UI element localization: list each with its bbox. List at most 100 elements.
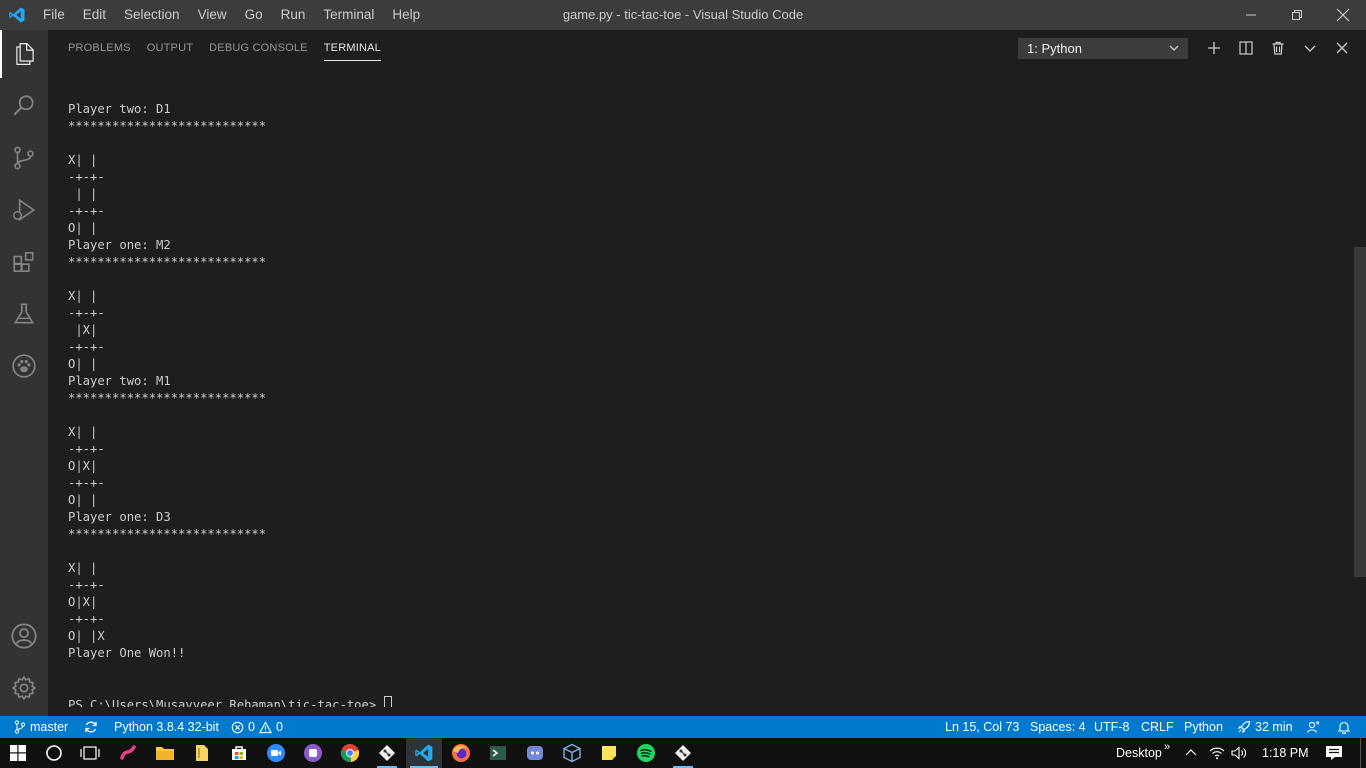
title-bar: File Edit Selection View Go Run Terminal… bbox=[0, 0, 1366, 30]
terminal-select-value: 1: Python bbox=[1027, 41, 1082, 56]
activity-search[interactable] bbox=[0, 82, 48, 130]
toolbar-expand-icon[interactable]: » bbox=[1164, 732, 1170, 762]
menu-selection[interactable]: Selection bbox=[115, 0, 189, 30]
encoding[interactable]: UTF-8 bbox=[1094, 716, 1129, 738]
rocket-icon bbox=[1237, 720, 1251, 734]
wifi-icon bbox=[1209, 747, 1225, 760]
kill-terminal-button[interactable] bbox=[1262, 36, 1294, 60]
activity-account[interactable] bbox=[0, 612, 48, 660]
new-terminal-button[interactable] bbox=[1198, 36, 1230, 60]
terminal-output[interactable]: Player two: D1 **************************… bbox=[68, 67, 1338, 707]
timer-text: 32 min bbox=[1255, 720, 1293, 734]
tab-debug-console[interactable]: DEBUG CONSOLE bbox=[201, 30, 316, 66]
taskbar-sticky-notes[interactable] bbox=[591, 738, 627, 768]
terminal-prompt: PS C:\Users\Musavveer Rehaman\tic-tac-to… bbox=[68, 698, 384, 707]
menu-view[interactable]: View bbox=[189, 0, 236, 30]
testing-icon bbox=[13, 303, 35, 324]
cursor-position[interactable]: Ln 15, Col 73 bbox=[945, 716, 1019, 738]
sync-button[interactable] bbox=[84, 716, 98, 738]
terminal-line: -+-+- bbox=[68, 204, 105, 218]
split-terminal-button[interactable] bbox=[1230, 36, 1262, 60]
activity-testing[interactable] bbox=[0, 290, 48, 338]
action-center-button[interactable] bbox=[1316, 738, 1352, 768]
taskbar-file-explorer[interactable] bbox=[147, 738, 183, 768]
error-count: 0 bbox=[248, 720, 255, 734]
paw-icon bbox=[12, 354, 36, 378]
taskbar-git-app-2[interactable] bbox=[665, 738, 701, 768]
taskbar-virtualbox[interactable] bbox=[554, 738, 590, 768]
bell-icon bbox=[1337, 721, 1351, 734]
menu-terminal[interactable]: Terminal bbox=[314, 0, 383, 30]
warning-count: 0 bbox=[275, 720, 283, 734]
terminal-line: *************************** bbox=[68, 527, 267, 541]
python-interpreter[interactable]: Python 3.8.4 32-bit bbox=[114, 716, 219, 738]
activity-settings[interactable] bbox=[0, 664, 48, 712]
volume-status[interactable] bbox=[1226, 738, 1252, 768]
terminal-line: X| | bbox=[68, 153, 98, 167]
activity-run-debug[interactable] bbox=[0, 186, 48, 234]
terminal-line: X| | bbox=[68, 561, 98, 575]
tab-problems[interactable]: PROBLEMS bbox=[60, 30, 139, 66]
menu-go[interactable]: Go bbox=[236, 0, 272, 30]
close-icon bbox=[1336, 8, 1350, 22]
clock-time[interactable]: 1:18 PM bbox=[1262, 738, 1309, 768]
wakatime-status[interactable]: 32 min bbox=[1237, 716, 1293, 738]
start-button[interactable] bbox=[0, 738, 36, 768]
windows-logo-icon bbox=[10, 745, 26, 761]
close-window-button[interactable] bbox=[1320, 0, 1366, 30]
terminal-line: -+-+- bbox=[68, 340, 105, 354]
problems-status[interactable]: 0 0 bbox=[231, 716, 283, 738]
terminal-line: X| | bbox=[68, 289, 98, 303]
taskbar-zoom[interactable] bbox=[258, 738, 294, 768]
panel: PROBLEMS OUTPUT DEBUG CONSOLE TERMINAL 1… bbox=[48, 30, 1366, 716]
warning-icon bbox=[258, 720, 272, 733]
taskbar-spotify[interactable] bbox=[628, 738, 664, 768]
taskbar-vscode[interactable] bbox=[406, 738, 442, 768]
activity-paw[interactable] bbox=[0, 342, 48, 390]
restore-button[interactable] bbox=[1274, 0, 1320, 30]
maximize-panel-button[interactable] bbox=[1294, 36, 1326, 60]
notifications-button[interactable] bbox=[1337, 716, 1351, 738]
tab-terminal[interactable]: TERMINAL bbox=[316, 30, 389, 66]
search-button[interactable] bbox=[36, 738, 72, 768]
terminal-select[interactable]: 1: Python bbox=[1018, 38, 1188, 59]
branch-status[interactable]: master bbox=[14, 716, 68, 738]
desktop-toolbar-label[interactable]: Desktop bbox=[1116, 738, 1162, 768]
taskbar-git-app[interactable] bbox=[369, 738, 405, 768]
menu-run[interactable]: Run bbox=[272, 0, 315, 30]
document-app-icon bbox=[196, 745, 208, 761]
activity-explorer[interactable] bbox=[0, 30, 48, 78]
vscode-icon bbox=[415, 744, 433, 762]
taskbar-chrome[interactable] bbox=[332, 738, 368, 768]
taskbar-discord[interactable] bbox=[517, 738, 553, 768]
window-controls bbox=[1228, 0, 1366, 30]
task-view-button[interactable] bbox=[72, 738, 108, 768]
taskbar-app-snip[interactable] bbox=[110, 738, 146, 768]
terminal-prompt-line: PS C:\Users\Musavveer Rehaman\tic-tac-to… bbox=[68, 696, 1338, 707]
language-mode[interactable]: Python bbox=[1184, 716, 1223, 738]
terminal-line: O|X| bbox=[68, 459, 98, 473]
activity-extensions[interactable] bbox=[0, 238, 48, 286]
menu-edit[interactable]: Edit bbox=[74, 0, 115, 30]
menu-help[interactable]: Help bbox=[383, 0, 429, 30]
menu-file[interactable]: File bbox=[34, 0, 74, 30]
minimize-button[interactable] bbox=[1228, 0, 1274, 30]
taskbar-terminal-app[interactable] bbox=[480, 738, 516, 768]
taskbar-store[interactable] bbox=[221, 738, 257, 768]
terminal-scrollbar[interactable] bbox=[1354, 247, 1366, 577]
show-desktop-divider[interactable] bbox=[1360, 738, 1361, 768]
taskbar-app-purple[interactable] bbox=[295, 738, 331, 768]
tab-output[interactable]: OUTPUT bbox=[139, 30, 201, 66]
activity-source-control[interactable] bbox=[0, 134, 48, 182]
feedback-button[interactable] bbox=[1306, 716, 1320, 738]
terminal-line: -+-+- bbox=[68, 442, 105, 456]
close-panel-button[interactable] bbox=[1326, 36, 1358, 60]
taskbar-firefox[interactable] bbox=[443, 738, 479, 768]
indentation[interactable]: Spaces: 4 bbox=[1030, 716, 1086, 738]
show-hidden-icons-button[interactable] bbox=[1176, 738, 1206, 768]
taskbar-app-files[interactable] bbox=[184, 738, 220, 768]
terminal-line: -+-+- bbox=[68, 578, 105, 592]
